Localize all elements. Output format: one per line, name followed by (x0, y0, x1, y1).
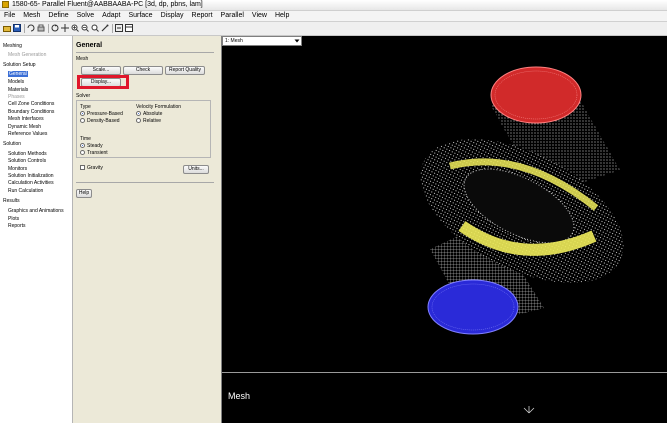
pan-icon[interactable] (61, 24, 69, 32)
tree-reports[interactable]: Reports (8, 223, 26, 229)
radio-dot (136, 118, 141, 123)
menu-display[interactable]: Display (157, 11, 188, 20)
radio-density-based-label: Density-Based (87, 118, 120, 124)
radio-dot (80, 143, 85, 148)
menu-view[interactable]: View (248, 11, 271, 20)
radio-steady[interactable]: Steady (80, 143, 103, 149)
tree-mesh-interfaces[interactable]: Mesh Interfaces (8, 116, 44, 122)
tree-monitors[interactable]: Monitors (8, 166, 27, 172)
undo-icon[interactable] (27, 24, 35, 32)
menu-help[interactable]: Help (271, 11, 293, 20)
axes-triad-icon (523, 406, 535, 414)
menu-adapt[interactable]: Adapt (98, 11, 124, 20)
radio-transient-label: Transient (87, 150, 108, 156)
view-selector-value: 1: Mesh (225, 38, 243, 44)
tree-mesh-generation[interactable]: Mesh Generation (8, 52, 46, 58)
radio-transient[interactable]: Transient (80, 150, 108, 156)
tree-models[interactable]: Models (8, 79, 24, 85)
tree-results[interactable]: Results (3, 198, 20, 204)
radio-dot (136, 111, 141, 116)
tree-solution-initialization[interactable]: Solution Initialization (8, 173, 54, 179)
navigation-tree: Meshing Mesh Generation Solution Setup G… (0, 36, 73, 423)
tree-dynamic-mesh[interactable]: Dynamic Mesh (8, 124, 41, 130)
check-button[interactable]: Check (123, 66, 163, 75)
radio-dot (80, 111, 85, 116)
radio-dot (80, 118, 85, 123)
solver-section-label: Solver (76, 93, 91, 99)
menu-report[interactable]: Report (188, 11, 217, 20)
radio-pressure-based-label: Pressure-Based (87, 111, 123, 117)
outlet-disk (427, 279, 519, 335)
zoom-out-icon[interactable] (81, 24, 89, 32)
tree-boundary-conditions[interactable]: Boundary Conditions (8, 109, 54, 115)
help-divider (76, 182, 214, 183)
tree-run-calculation[interactable]: Run Calculation (8, 188, 43, 194)
toolbar (0, 22, 667, 36)
window-title: 1580-65- Parallel Fluent@AABBAABA-PC [3d… (12, 1, 203, 8)
page-title: General (76, 42, 103, 49)
mesh-caption: Mesh (228, 391, 251, 401)
open-icon[interactable] (3, 24, 11, 32)
gravity-label: Gravity (87, 165, 103, 171)
tree-materials[interactable]: Materials (8, 87, 28, 93)
tree-solution-setup[interactable]: Solution Setup (3, 62, 36, 68)
title-bar: 1580-65- Parallel Fluent@AABBAABA-PC [3d… (0, 0, 667, 11)
menu-define[interactable]: Define (44, 11, 72, 20)
radio-steady-label: Steady (87, 143, 103, 149)
gravity-checkbox[interactable]: Gravity (80, 165, 103, 171)
menu-solve[interactable]: Solve (73, 11, 99, 20)
inlet-disk (490, 66, 582, 124)
graphics-viewer[interactable]: 1: Mesh Mesh (221, 36, 667, 423)
menu-file[interactable]: File (0, 11, 19, 20)
menu-surface[interactable]: Surface (124, 11, 156, 20)
report-quality-button[interactable]: Report Quality (165, 66, 205, 75)
tree-solution-methods[interactable]: Solution Methods (8, 151, 47, 157)
radio-relative[interactable]: Relative (136, 118, 161, 124)
radio-relative-label: Relative (143, 118, 162, 124)
tree-general-label: General (8, 71, 28, 77)
mesh-section-label: Mesh (76, 56, 89, 62)
tree-general[interactable]: General (8, 71, 28, 77)
fit-window-icon[interactable] (115, 24, 123, 32)
radio-absolute-label: Absolute (143, 111, 163, 117)
radio-density-based[interactable]: Density-Based (80, 118, 120, 124)
probe-icon[interactable] (101, 24, 109, 32)
print-icon[interactable] (37, 24, 45, 32)
mesh-render (420, 66, 624, 335)
menu-parallel[interactable]: Parallel (217, 11, 248, 20)
checkbox-box (80, 165, 85, 170)
zoom-in-icon[interactable] (71, 24, 79, 32)
tree-graphics-and-animations[interactable]: Graphics and Animations (8, 208, 64, 214)
tree-solution-controls[interactable]: Solution Controls (8, 158, 46, 164)
velocity-formulation-label: Velocity Formulation (136, 104, 182, 110)
task-panel: General Mesh Scale... Check Report Quali… (73, 36, 220, 423)
caption-divider (222, 372, 667, 373)
tree-meshing[interactable]: Meshing (3, 43, 22, 49)
menu-mesh[interactable]: Mesh (19, 11, 44, 20)
layout-icon[interactable] (125, 24, 133, 32)
tree-solution[interactable]: Solution (3, 141, 21, 147)
menu-bar: File Mesh Define Solve Adapt Surface Dis… (0, 11, 667, 22)
chevron-down-icon (294, 39, 300, 43)
type-label: Type (80, 104, 91, 110)
zoom-fit-icon[interactable] (91, 24, 99, 32)
save-icon[interactable] (13, 24, 21, 32)
rotate-icon[interactable] (51, 24, 59, 32)
radio-pressure-based[interactable]: Pressure-Based (80, 111, 123, 117)
title-divider (76, 52, 214, 53)
help-button[interactable]: Help (76, 189, 92, 198)
radio-absolute[interactable]: Absolute (136, 111, 162, 117)
tree-phases[interactable]: Phases (8, 94, 25, 100)
scale-button[interactable]: Scale... (81, 66, 121, 75)
view-selector[interactable]: 1: Mesh (222, 36, 302, 46)
display-button-highlight (77, 75, 129, 89)
tree-plots[interactable]: Plots (8, 216, 19, 222)
tree-reference-values[interactable]: Reference Values (8, 131, 47, 137)
app-icon (2, 1, 9, 8)
tree-calculation-activities[interactable]: Calculation Activities (8, 180, 54, 186)
radio-dot (80, 150, 85, 155)
time-label: Time (80, 136, 91, 142)
tree-cell-zone-conditions[interactable]: Cell Zone Conditions (8, 101, 54, 107)
units-button[interactable]: Units... (183, 165, 209, 174)
